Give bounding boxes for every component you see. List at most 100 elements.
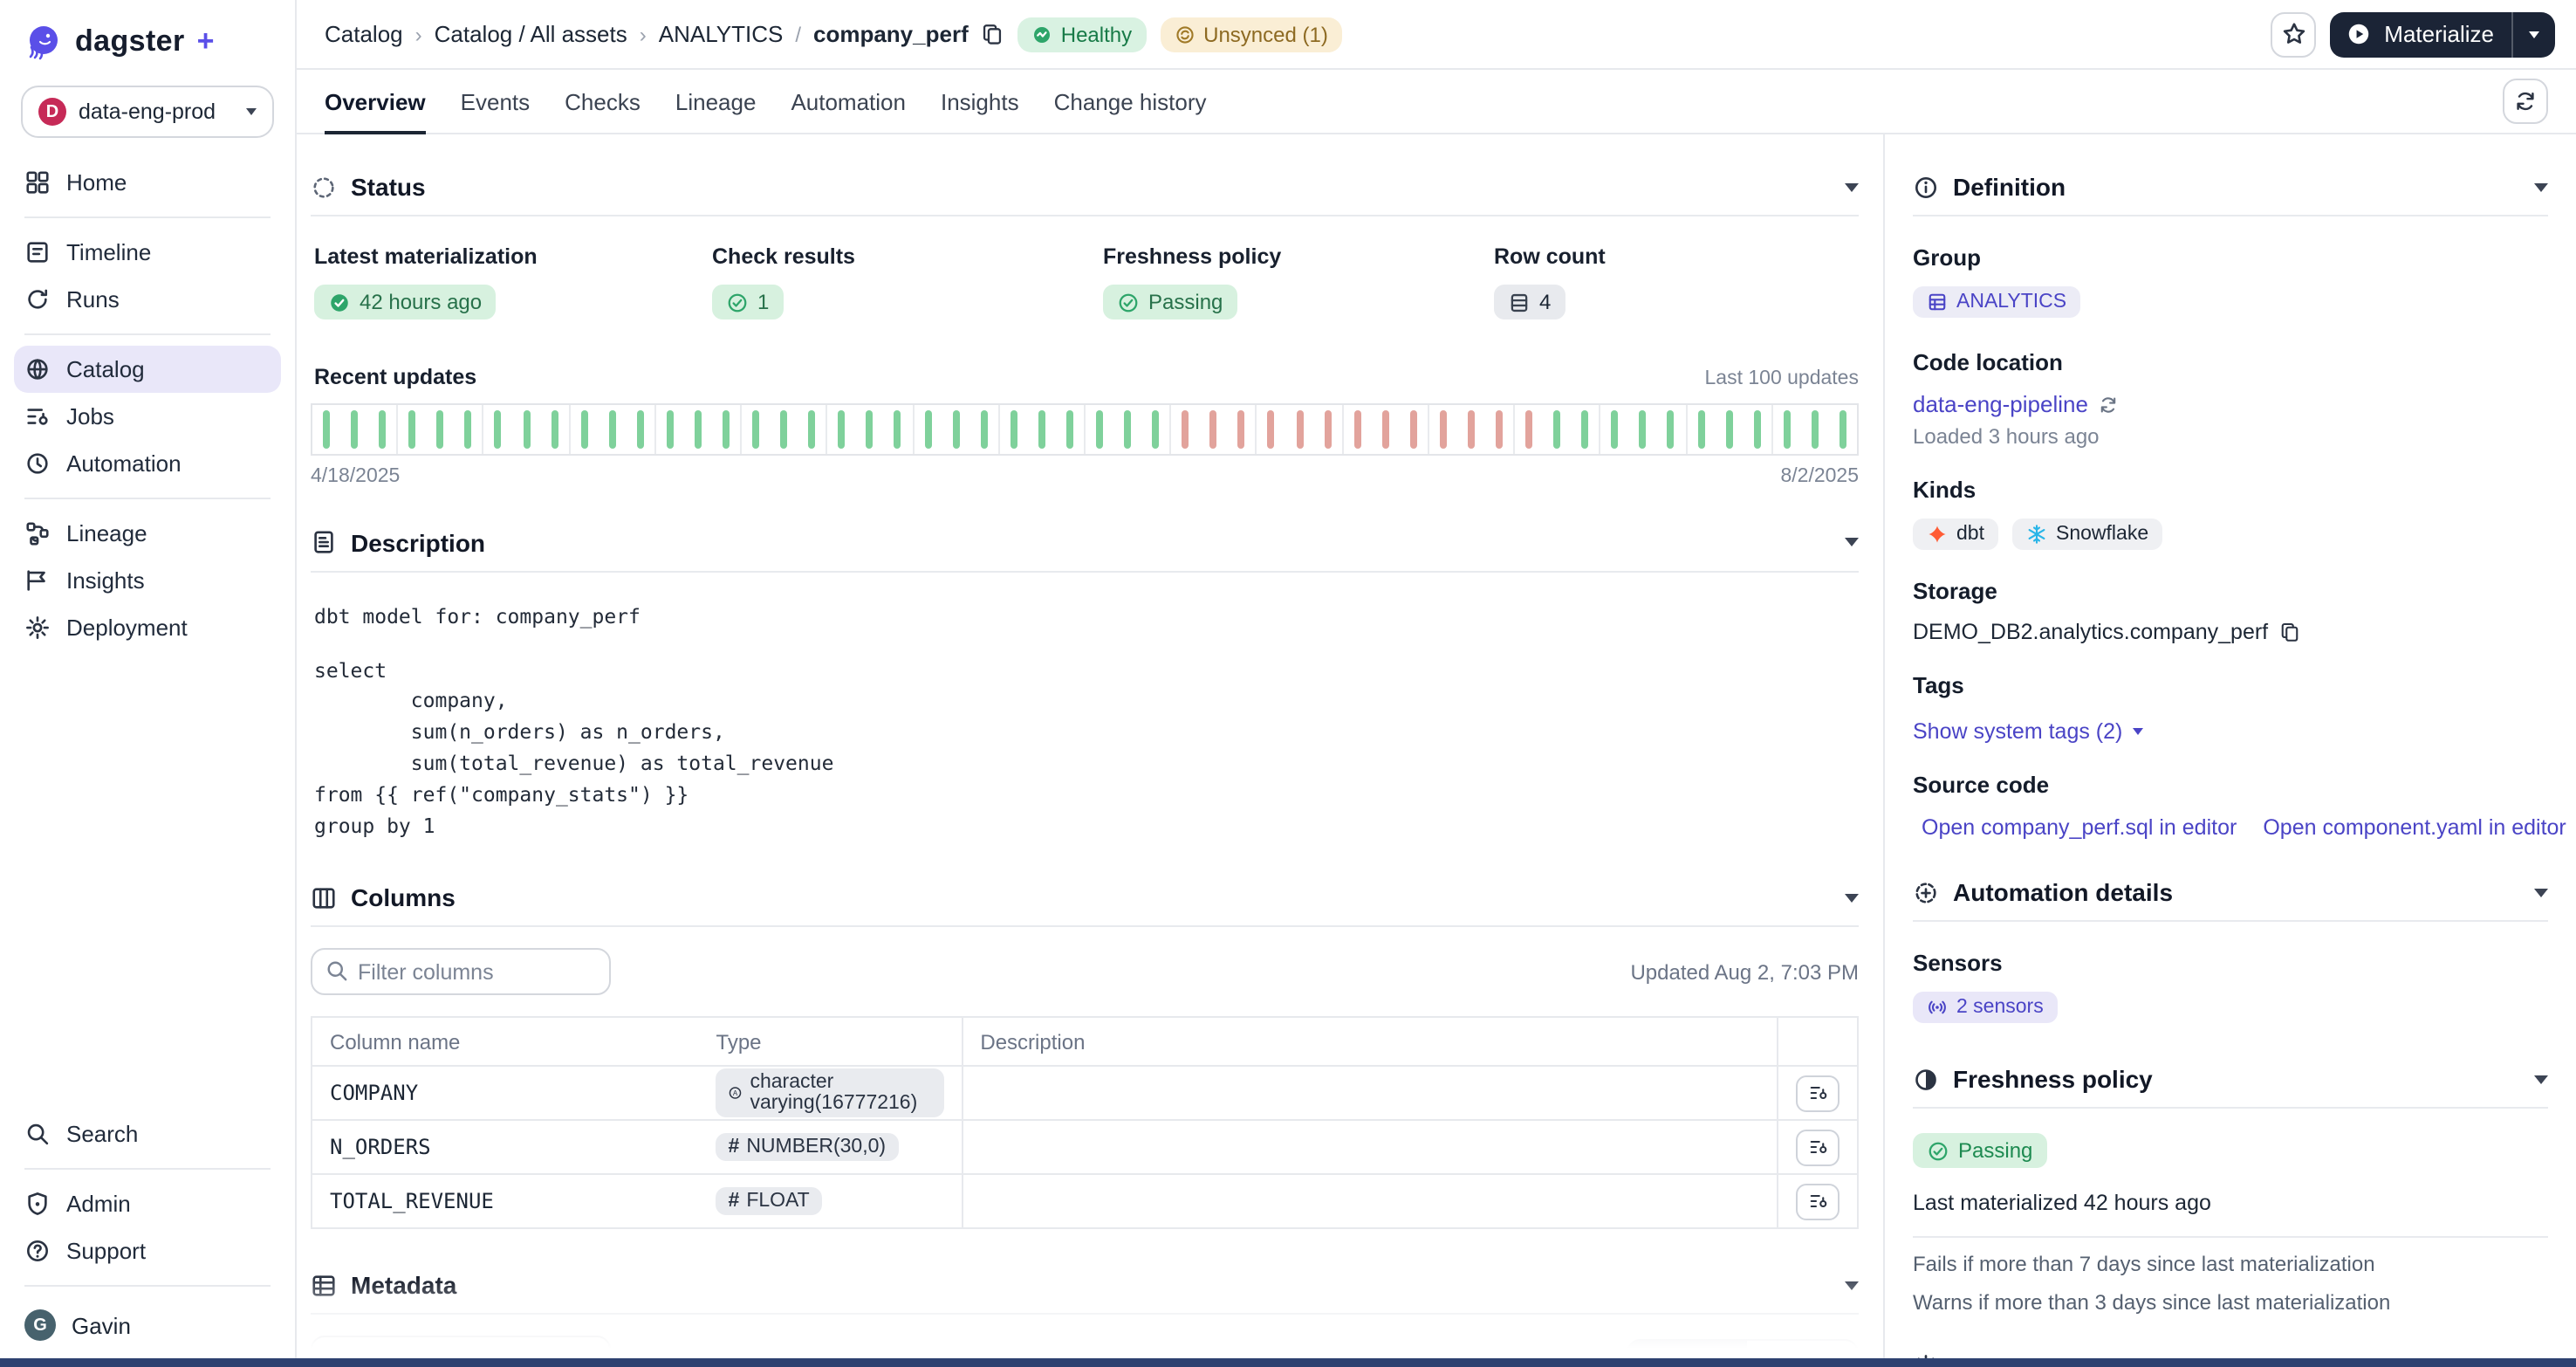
- sidebar-item-home[interactable]: Home: [0, 159, 295, 206]
- update-bar[interactable]: [952, 409, 959, 448]
- update-bar[interactable]: [1324, 409, 1331, 448]
- sidebar-item-timeline[interactable]: Timeline: [0, 229, 295, 276]
- code-location-link[interactable]: data-eng-pipeline: [1913, 391, 2088, 417]
- sidebar-item-insights[interactable]: Insights: [0, 557, 295, 604]
- open-yaml-link[interactable]: Open component.yaml in editor: [2263, 815, 2566, 840]
- update-bar[interactable]: [351, 409, 358, 448]
- update-bar[interactable]: [924, 409, 931, 448]
- column-lineage-button[interactable]: [1796, 1184, 1840, 1220]
- workspace-selector[interactable]: D data-eng-prod: [21, 86, 274, 138]
- collapse-caret-icon[interactable]: [1845, 182, 1859, 191]
- update-bar[interactable]: [1840, 409, 1846, 448]
- breadcrumb-all-assets[interactable]: Catalog / All assets: [435, 21, 627, 47]
- update-bar[interactable]: [1640, 409, 1647, 448]
- update-bar[interactable]: [637, 409, 644, 448]
- favorite-button[interactable]: [2271, 11, 2316, 57]
- copy-icon[interactable]: [981, 23, 1004, 45]
- update-bar[interactable]: [1753, 409, 1760, 448]
- update-bar[interactable]: [980, 409, 987, 448]
- update-bar[interactable]: [1496, 409, 1503, 448]
- update-bar[interactable]: [1210, 409, 1217, 448]
- sidebar-item-lineage[interactable]: Lineage: [0, 510, 295, 557]
- metadata-section-header[interactable]: Metadata: [311, 1272, 1859, 1300]
- tab-checks[interactable]: Checks: [565, 70, 641, 133]
- freshness-policy-pill[interactable]: Passing: [1103, 285, 1237, 319]
- tab-insights[interactable]: Insights: [941, 70, 1019, 133]
- reload-icon[interactable]: [2099, 394, 2120, 415]
- update-bar[interactable]: [409, 409, 416, 448]
- sidebar-item-jobs[interactable]: Jobs: [0, 393, 295, 440]
- sidebar-item-catalog[interactable]: Catalog: [14, 346, 281, 393]
- show-system-tags-link[interactable]: Show system tags (2): [1913, 719, 2122, 744]
- automation-details-section-header[interactable]: Automation details: [1913, 878, 2548, 906]
- update-bar[interactable]: [551, 409, 558, 448]
- update-bar[interactable]: [1011, 409, 1017, 448]
- update-bar[interactable]: [723, 409, 730, 448]
- tab-lineage[interactable]: Lineage: [675, 70, 757, 133]
- update-bar[interactable]: [1410, 409, 1417, 448]
- materialize-dropdown-button[interactable]: [2513, 11, 2555, 57]
- freshness-policy-section-header[interactable]: Freshness policy: [1913, 1065, 2548, 1093]
- sensors-badge[interactable]: 2 sensors: [1913, 992, 2058, 1023]
- update-bar[interactable]: [609, 409, 616, 448]
- update-bar[interactable]: [1525, 409, 1532, 448]
- update-bar[interactable]: [780, 409, 787, 448]
- collapse-caret-icon[interactable]: [2534, 182, 2548, 191]
- update-bar[interactable]: [1381, 409, 1388, 448]
- update-bar[interactable]: [1152, 409, 1159, 448]
- update-bar[interactable]: [1066, 409, 1073, 448]
- update-bar[interactable]: [1668, 409, 1675, 448]
- collapse-caret-icon[interactable]: [2534, 888, 2548, 896]
- update-bar[interactable]: [523, 409, 530, 448]
- update-bar[interactable]: [809, 409, 816, 448]
- update-bar[interactable]: [1725, 409, 1732, 448]
- update-bar[interactable]: [1238, 409, 1245, 448]
- tab-automation[interactable]: Automation: [791, 70, 906, 133]
- status-section-header[interactable]: Status: [311, 173, 1859, 201]
- copy-icon[interactable]: [2278, 622, 2299, 642]
- collapse-caret-icon[interactable]: [1845, 894, 1859, 903]
- update-bar[interactable]: [1468, 409, 1475, 448]
- update-bar[interactable]: [1553, 409, 1560, 448]
- health-status-badge[interactable]: Healthy: [1017, 17, 1146, 52]
- update-bar[interactable]: [839, 409, 846, 448]
- update-bar[interactable]: [695, 409, 702, 448]
- sidebar-item-runs[interactable]: Runs: [0, 276, 295, 323]
- collapse-caret-icon[interactable]: [1845, 538, 1859, 546]
- update-bar[interactable]: [1296, 409, 1303, 448]
- tab-change-history[interactable]: Change history: [1054, 70, 1207, 133]
- row-count-pill[interactable]: 4: [1494, 285, 1565, 319]
- sidebar-item-search[interactable]: Search: [0, 1110, 295, 1157]
- column-lineage-button[interactable]: [1796, 1075, 1840, 1112]
- update-bar[interactable]: [1038, 409, 1045, 448]
- update-bar[interactable]: [1096, 409, 1103, 448]
- update-bar[interactable]: [894, 409, 901, 448]
- collapse-caret-icon[interactable]: [1845, 1281, 1859, 1290]
- update-bar[interactable]: [580, 409, 587, 448]
- update-bar[interactable]: [1353, 409, 1360, 448]
- update-bar[interactable]: [1182, 409, 1189, 448]
- logo[interactable]: dagster +: [0, 0, 295, 72]
- update-bar[interactable]: [1697, 409, 1704, 448]
- update-bar[interactable]: [1268, 409, 1275, 448]
- tab-events[interactable]: Events: [461, 70, 531, 133]
- update-bar[interactable]: [1440, 409, 1447, 448]
- update-bar[interactable]: [465, 409, 472, 448]
- refresh-button[interactable]: [2503, 79, 2548, 124]
- update-bar[interactable]: [1612, 409, 1619, 448]
- update-bar[interactable]: [1784, 409, 1791, 448]
- update-bar[interactable]: [752, 409, 759, 448]
- materialize-button[interactable]: Materialize: [2330, 21, 2511, 47]
- group-badge[interactable]: ANALYTICS: [1913, 286, 2080, 318]
- kind-badge-dbt[interactable]: dbt: [1913, 519, 1998, 550]
- kind-badge-snowflake[interactable]: Snowflake: [2012, 519, 2162, 550]
- update-bar[interactable]: [1812, 409, 1819, 448]
- update-bar[interactable]: [1124, 409, 1131, 448]
- columns-section-header[interactable]: Columns: [311, 884, 1859, 912]
- user-menu[interactable]: G Gavin: [0, 1297, 295, 1353]
- sidebar-item-automation[interactable]: Automation: [0, 440, 295, 487]
- update-bar[interactable]: [495, 409, 502, 448]
- tab-overview[interactable]: Overview: [325, 70, 426, 133]
- check-results-pill[interactable]: 1: [712, 285, 783, 319]
- filter-columns-input[interactable]: [311, 949, 611, 996]
